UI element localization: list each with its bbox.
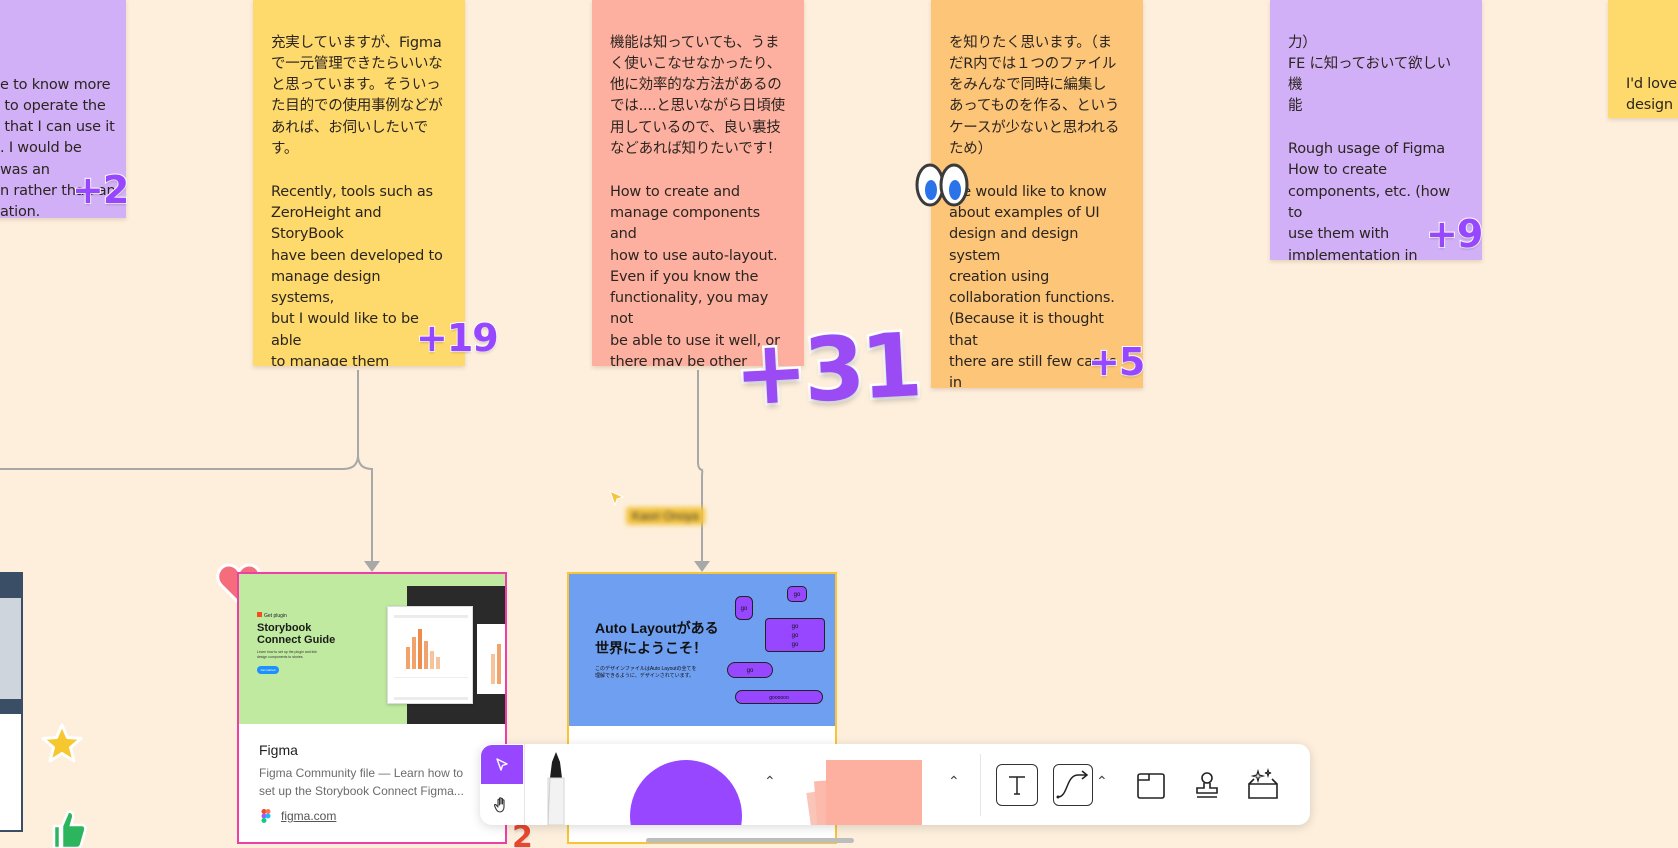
sticky-options-chevron-icon[interactable]: ⌃ (948, 773, 960, 790)
text-tool-button[interactable] (996, 764, 1038, 806)
sticky-text: 機能は知っていても、うま く使いこなせなかったり、 他に効率的な方法があるの で… (610, 34, 785, 366)
section-tool-button[interactable] (1130, 764, 1172, 806)
card-thumbnail: Get plugin Storybook Connect Guide Learn… (239, 574, 505, 724)
sticky-tool-button[interactable] (804, 760, 922, 825)
connector-options-chevron-icon[interactable]: ⌃ (1096, 773, 1108, 790)
cursor-arrow-icon (496, 757, 508, 771)
shape-tool-button[interactable] (630, 760, 742, 825)
vote-count-badge: +5 (1087, 339, 1146, 385)
sticky-note-yellow-far-right[interactable]: I'd love t design n operatic (1608, 0, 1678, 118)
go-pill: go (735, 596, 753, 620)
vote-count-badge-large: +31 (729, 311, 923, 428)
more-tools-button[interactable] (1242, 764, 1284, 806)
shape-options-chevron-icon[interactable]: ⌃ (764, 773, 776, 790)
vote-count-badge: +2 (71, 167, 130, 213)
thumb-title: Storybook Connect Guide (257, 622, 336, 646)
connector-yellow-to-storybook (0, 370, 373, 568)
thumb-subtitle: Learn how to set up the plugin and link … (257, 650, 317, 659)
sticky-note-red[interactable]: 機能は知っていても、うま く使いこなせなかったり、 他に効率的な方法があるの で… (592, 0, 804, 366)
hand-icon (493, 796, 505, 813)
partial-card-left[interactable] (0, 572, 23, 832)
card-thumbnail: Auto Layoutがある 世界にようこそ！ このデザインファイルはAuto … (569, 574, 835, 726)
connector-red-to-autolayout (697, 370, 704, 568)
creation-toolbar: ⌃ ⌃ ⌃ (480, 744, 1310, 825)
connector-arrowhead (364, 561, 380, 572)
move-tool-button[interactable] (481, 745, 523, 784)
eyes-icon (914, 162, 970, 208)
collaborator-name-label: Kaori Onoya (626, 507, 705, 525)
circle-shape-icon (630, 760, 742, 825)
card-description: Figma Community file — Learn how to set … (259, 766, 464, 798)
toolbar-divider (980, 754, 981, 816)
horizontal-scrollbar[interactable] (646, 838, 854, 843)
thumb-subtitle: このデザインファイルはAuto Layoutの全てを 理解できるように、デザイン… (595, 666, 697, 679)
marker-tool-button[interactable] (538, 750, 574, 825)
go-pill: go (727, 662, 773, 678)
figma-logo-icon (261, 809, 271, 828)
sparkle-box-icon (1248, 768, 1278, 799)
section-icon (1137, 773, 1165, 799)
vote-count-badge: +9 (1425, 211, 1484, 257)
hand-tool-button[interactable] (481, 785, 523, 824)
sticky-text: を知りたく思います。（ま だR内では１つのファイル をみんなで同時に編集し あっ… (949, 34, 1120, 388)
stamp-icon (1196, 772, 1218, 798)
stamp-tool-button[interactable] (1186, 764, 1228, 806)
vote-count-badge: +19 (415, 315, 500, 361)
go-pill: go go go (765, 618, 825, 652)
thumb-button: Get started (257, 666, 279, 674)
card-title: Figma (259, 742, 298, 758)
figma-tag: Get plugin (257, 612, 287, 619)
thumb-title: Auto Layoutがある 世界にようこそ！ (595, 620, 719, 656)
sticky-note-yellow[interactable]: 充実していますが、Figma で一元管理できたらいいな と思っています。そういっ… (253, 0, 465, 366)
card-link[interactable]: figma.com (281, 809, 336, 823)
sticky-note-icon (806, 760, 922, 825)
figjam-canvas[interactable]: e to know more to operate the that I can… (0, 0, 1678, 848)
connector-tool-button[interactable] (1053, 764, 1093, 806)
thumbs-up-icon (48, 808, 88, 848)
marker-icon (547, 752, 565, 825)
collaborator-cursor-icon (609, 490, 625, 511)
link-card-storybook[interactable]: Get plugin Storybook Connect Guide Learn… (237, 572, 507, 844)
sticky-text: I'd love t design n operatic (1626, 75, 1678, 114)
text-icon (1009, 776, 1025, 795)
go-pill: go (787, 586, 807, 602)
thumb-chart-right (477, 624, 505, 694)
connector-arrowhead (694, 561, 710, 572)
toolbar-divider (524, 744, 525, 825)
star-icon (40, 722, 84, 771)
connector-icon (1056, 770, 1089, 799)
thumb-plugin-window (387, 606, 473, 704)
go-pill: goooooo (735, 690, 823, 704)
